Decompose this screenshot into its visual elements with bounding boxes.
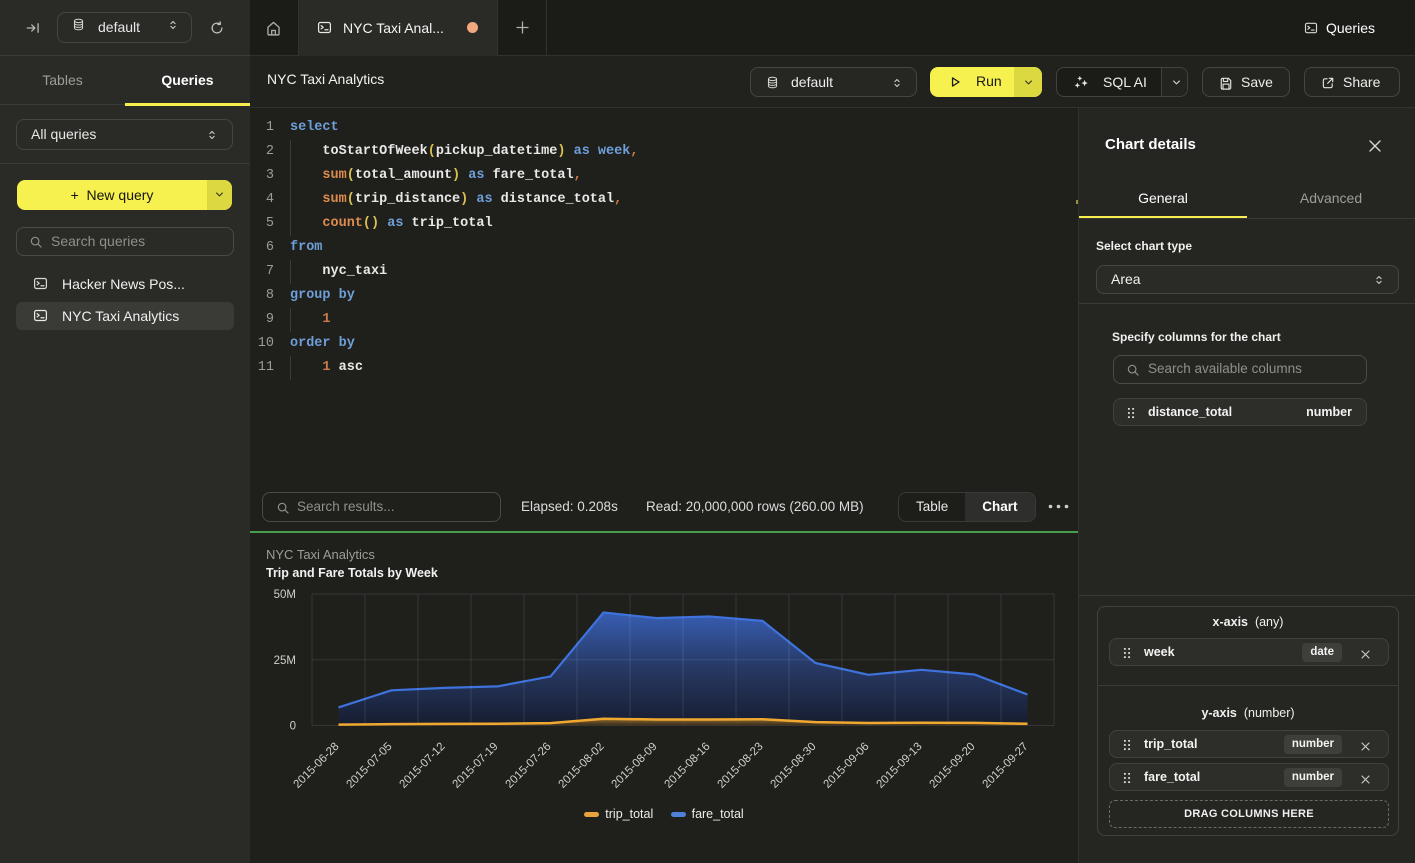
svg-text:2015-08-30: 2015-08-30 [769,741,819,791]
svg-text:2015-07-26: 2015-07-26 [504,741,554,791]
svg-text:2015-08-16: 2015-08-16 [663,741,713,791]
svg-text:2015-09-20: 2015-09-20 [928,741,978,791]
svg-text:2015-07-05: 2015-07-05 [345,741,395,791]
svg-text:25M: 25M [274,655,296,667]
svg-text:2015-08-02: 2015-08-02 [557,741,607,791]
svg-text:2015-08-09: 2015-08-09 [610,741,660,791]
svg-text:2015-09-27: 2015-09-27 [981,741,1031,791]
svg-text:2015-09-13: 2015-09-13 [875,741,925,791]
svg-text:0: 0 [290,721,296,733]
svg-text:50M: 50M [274,589,296,601]
svg-text:2015-07-19: 2015-07-19 [451,741,501,791]
svg-text:2015-06-28: 2015-06-28 [292,741,342,791]
svg-text:2015-08-23: 2015-08-23 [716,741,766,791]
svg-text:2015-09-06: 2015-09-06 [822,741,872,791]
svg-text:2015-07-12: 2015-07-12 [398,741,448,791]
